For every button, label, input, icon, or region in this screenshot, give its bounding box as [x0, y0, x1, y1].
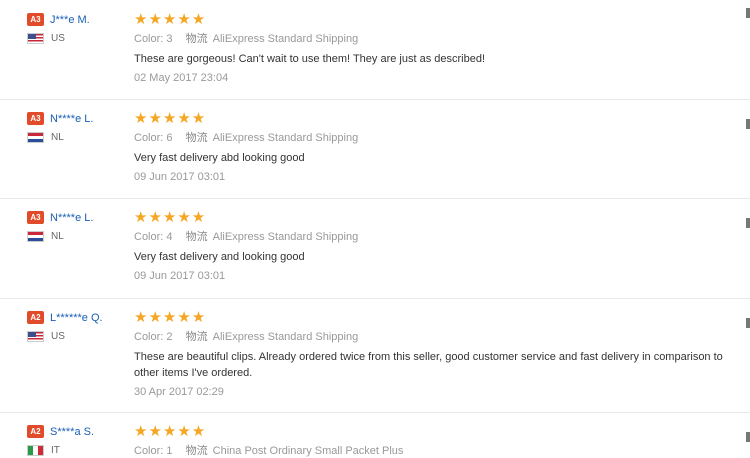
reviewer-info: A2 L******e Q. US — [27, 311, 103, 342]
review-item: A2 L******e Q. US ★★★★★ Color: 2 物流 AliE… — [0, 298, 750, 413]
buyer-level-badge: A2 — [27, 425, 44, 438]
shipping-method: AliExpress Standard Shipping — [212, 132, 359, 144]
review-body: ★★★★★ Color: 3 物流 AliExpress Standard Sh… — [134, 12, 750, 84]
color-label: Color: — [134, 331, 164, 343]
color-label: Color: — [134, 445, 164, 457]
shipping-method: AliExpress Standard Shipping — [212, 331, 359, 343]
clipped-edge-marker — [746, 432, 750, 442]
color-value: 1 — [166, 445, 173, 457]
us-flag-icon — [27, 33, 44, 44]
review-list: A3 J***e M. US ★★★★★ Color: 3 物流 AliExpr… — [0, 0, 750, 458]
review-meta: Color: 6 物流 AliExpress Standard Shipping — [134, 131, 750, 145]
review-body: ★★★★★ Color: 1 物流 China Post Ordinary Sm… — [134, 424, 750, 458]
reviewer-name[interactable]: N****e L. — [50, 212, 93, 224]
reviewer-country: NL — [51, 132, 64, 143]
review-body: ★★★★★ Color: 2 物流 AliExpress Standard Sh… — [134, 310, 750, 398]
logistics-icon: 物流 — [185, 445, 208, 457]
review-date: 09 Jun 2017 03:01 — [134, 270, 226, 282]
reviewer-info: A3 N****e L. NL — [27, 112, 93, 143]
reviewer-country: US — [51, 33, 65, 44]
buyer-level-badge: A3 — [27, 112, 44, 125]
reviewer-info: A3 J***e M. US — [27, 13, 90, 44]
color-value: 6 — [166, 132, 173, 144]
star-rating: ★★★★★ — [134, 110, 207, 127]
reviewer-country: NL — [51, 231, 64, 242]
star-rating: ★★★★★ — [134, 209, 207, 226]
clipped-edge-marker — [746, 8, 750, 18]
reviewer-name[interactable]: J***e M. — [50, 14, 90, 26]
shipping-method: AliExpress Standard Shipping — [212, 33, 359, 45]
reviewer-name[interactable]: N****e L. — [50, 113, 93, 125]
review-meta: Color: 3 物流 AliExpress Standard Shipping — [134, 32, 750, 46]
review-text: These are gorgeous! Can't wait to use th… — [134, 53, 486, 65]
reviewer-name[interactable]: L******e Q. — [50, 312, 103, 324]
reviewer-country: US — [51, 331, 65, 342]
reviewer-country: IT — [51, 445, 60, 456]
color-value: 3 — [166, 33, 173, 45]
shipping-method: AliExpress Standard Shipping — [212, 231, 359, 243]
review-date: 02 May 2017 23:04 — [134, 72, 229, 84]
color-label: Color: — [134, 33, 164, 45]
star-rating: ★★★★★ — [134, 423, 207, 440]
review-item: A3 N****e L. NL ★★★★★ Color: 6 物流 AliExp… — [0, 99, 750, 199]
nl-flag-icon — [27, 132, 44, 143]
review-meta: Color: 4 物流 AliExpress Standard Shipping — [134, 230, 750, 244]
star-rating: ★★★★★ — [134, 309, 207, 326]
reviewer-info: A2 S****a S. IT — [27, 425, 94, 456]
reviewer-name[interactable]: S****a S. — [50, 426, 94, 438]
clipped-edge-marker — [746, 218, 750, 228]
color-value: 2 — [166, 331, 173, 343]
nl-flag-icon — [27, 231, 44, 242]
color-label: Color: — [134, 132, 164, 144]
review-body: ★★★★★ Color: 4 物流 AliExpress Standard Sh… — [134, 210, 750, 282]
review-text: Very fast delivery abd looking good — [134, 152, 305, 164]
star-rating: ★★★★★ — [134, 11, 207, 28]
reviewer-info: A3 N****e L. NL — [27, 211, 93, 242]
buyer-level-badge: A2 — [27, 311, 44, 324]
clipped-edge-marker — [746, 318, 750, 328]
color-value: 4 — [166, 231, 173, 243]
logistics-icon: 物流 — [185, 331, 208, 343]
it-flag-icon — [27, 445, 44, 456]
review-date: 30 Apr 2017 02:29 — [134, 386, 224, 398]
logistics-icon: 物流 — [185, 132, 208, 144]
review-item: A3 N****e L. NL ★★★★★ Color: 4 物流 AliExp… — [0, 198, 750, 299]
review-text-continued: other items I've ordered. — [134, 367, 253, 379]
review-meta: Color: 2 物流 AliExpress Standard Shipping — [134, 330, 750, 344]
review-body: ★★★★★ Color: 6 物流 AliExpress Standard Sh… — [134, 111, 750, 183]
us-flag-icon — [27, 331, 44, 342]
review-item: A3 J***e M. US ★★★★★ Color: 3 物流 AliExpr… — [0, 0, 750, 100]
review-text: These are beautiful clips. Already order… — [134, 351, 723, 363]
clipped-edge-marker — [746, 119, 750, 129]
review-item: A2 S****a S. IT ★★★★★ Color: 1 物流 China … — [0, 412, 750, 458]
buyer-level-badge: A3 — [27, 13, 44, 26]
logistics-icon: 物流 — [185, 33, 208, 45]
buyer-level-badge: A3 — [27, 211, 44, 224]
review-text: Very fast delivery and looking good — [134, 251, 305, 263]
review-date: 09 Jun 2017 03:01 — [134, 171, 226, 183]
color-label: Color: — [134, 231, 164, 243]
shipping-method: China Post Ordinary Small Packet Plus — [212, 445, 404, 457]
review-meta: Color: 1 物流 China Post Ordinary Small Pa… — [134, 444, 750, 458]
logistics-icon: 物流 — [185, 231, 208, 243]
